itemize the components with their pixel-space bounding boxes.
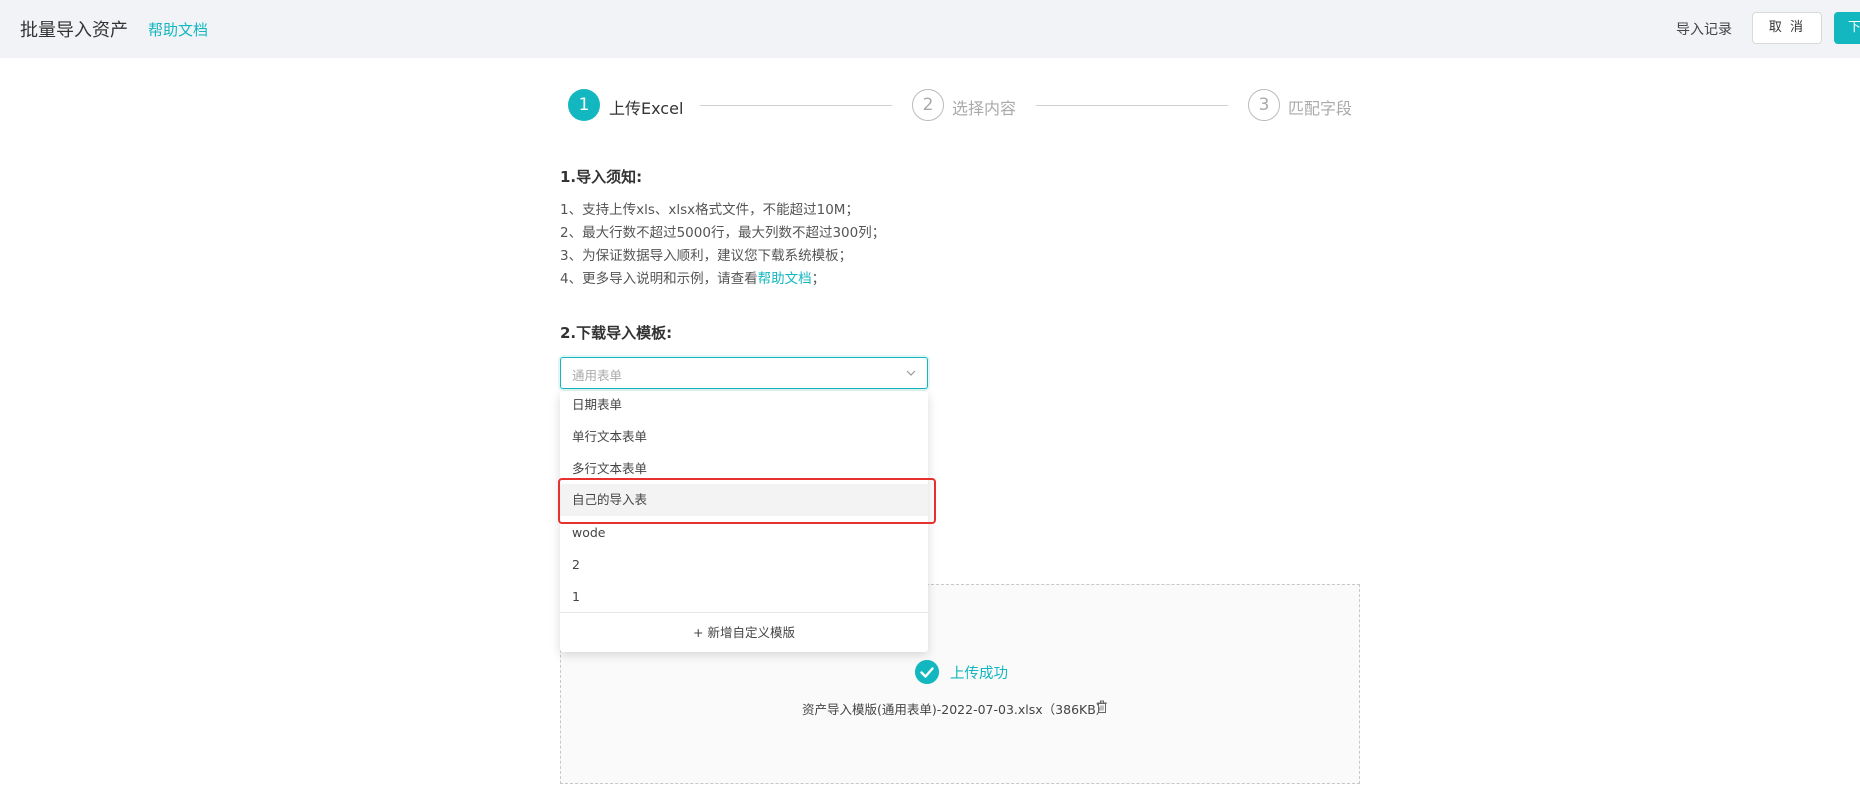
dropdown-option[interactable]: 1 <box>560 583 928 615</box>
add-custom-template-button[interactable]: + 新增自定义模版 <box>560 613 928 652</box>
notice-line-4-prefix: 4、更多导入说明和示例，请查看 <box>560 271 758 287</box>
notice-line-3: 3、为保证数据导入顺利，建议您下载系统模板； <box>560 248 853 264</box>
step-connector-1 <box>700 105 892 106</box>
step-1-label: 上传Excel <box>609 99 684 118</box>
template-title: 2.下载导入模板: <box>560 324 673 342</box>
next-button[interactable]: 下 <box>1834 12 1860 44</box>
notice-line-2: 2、最大行数不超过5000行，最大列数不超过300列； <box>560 225 886 241</box>
template-select-value: 通用表单 <box>572 368 623 383</box>
cancel-button[interactable]: 取 消 <box>1752 12 1822 44</box>
step-2-label: 选择内容 <box>952 99 1017 118</box>
step-3-label: 匹配字段 <box>1288 99 1353 118</box>
highlight-annotation <box>558 478 936 524</box>
trash-icon[interactable] <box>1096 700 1108 714</box>
notice-line-4-suffix: ； <box>811 271 826 287</box>
step-3-number: 3 <box>1248 89 1280 121</box>
check-circle-icon <box>915 660 939 684</box>
notice-help-link[interactable]: 帮助文档 <box>758 271 812 287</box>
notice-line-4: 4、更多导入说明和示例，请查看帮助文档； <box>560 267 825 287</box>
import-records-link[interactable]: 导入记录 <box>1676 19 1732 39</box>
page-title: 批量导入资产 <box>20 20 128 41</box>
step-1-number: 1 <box>568 89 600 121</box>
dropdown-option[interactable]: 日期表单 <box>560 391 928 423</box>
notice-title: 1.导入须知: <box>560 168 643 186</box>
chevron-down-icon <box>906 370 916 376</box>
dropdown-option[interactable]: 单行文本表单 <box>560 423 928 455</box>
notice-line-1: 1、支持上传xls、xlsx格式文件，不能超过10M； <box>560 202 859 218</box>
template-select[interactable]: 通用表单 <box>560 357 928 389</box>
help-doc-link[interactable]: 帮助文档 <box>148 19 208 40</box>
step-2-number: 2 <box>912 89 944 121</box>
dropdown-option[interactable]: 2 <box>560 551 928 583</box>
step-connector-2 <box>1036 105 1228 106</box>
header-bar: 批量导入资产 帮助文档 导入记录 取 消 下 <box>0 0 1860 58</box>
upload-status: 上传成功 <box>950 666 1008 682</box>
uploaded-file-name: 资产导入模版(通用表单)-2022-07-03.xlsx（386KB） <box>802 702 1109 717</box>
